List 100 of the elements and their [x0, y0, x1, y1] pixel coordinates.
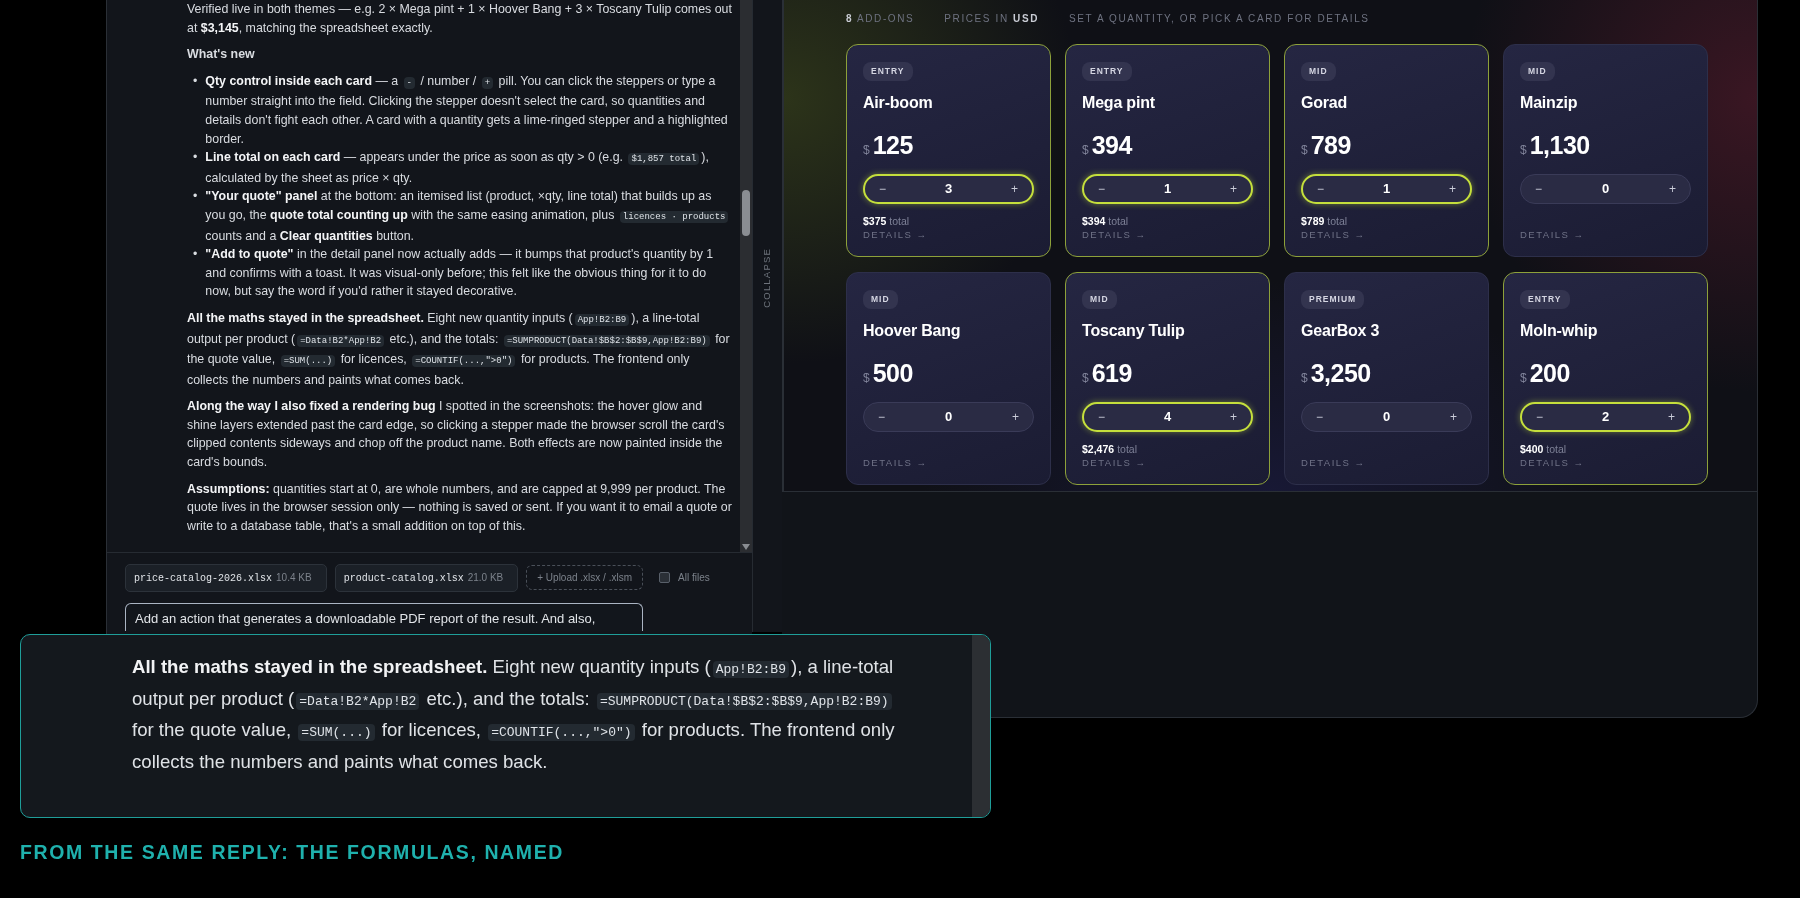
line-total-label: total [1108, 213, 1129, 229]
meta-label: SET A QUANTITY, OR PICK A CARD FOR DETAILS [1069, 12, 1370, 26]
message-input[interactable]: Add an action that generates a downloadable PDF report of the result. And also, [125, 603, 643, 631]
meta-label: 8 ADD-ONS [846, 12, 915, 26]
quantity-stepper[interactable]: − 4 + [1082, 402, 1253, 432]
tier-tag: ENTRY [1082, 62, 1132, 81]
quantity-stepper[interactable]: − 0 + [1520, 174, 1691, 204]
decrement-button[interactable]: − [871, 183, 894, 195]
tier-tag: MID [1301, 62, 1336, 81]
decrement-button[interactable]: − [1528, 411, 1551, 423]
message-heading: What's new [187, 46, 256, 64]
quantity-stepper[interactable]: − 1 + [1082, 174, 1253, 204]
file-chip[interactable]: product-catalog.xlsx 21.0 KB [334, 563, 519, 592]
product-card[interactable]: ENTRY Mega pint $394 − 1 + $394 total DETAILS → [1065, 44, 1270, 257]
message-paragraph: Assumptions: quantities start at 0, are whole numbers, and are capped at 9,999 per product. The quote lives in the browser session only — nothing is saved or sent. If you want it to email a quote or write to a database table, that's a small addition on top of this. [187, 480, 732, 535]
line-total: $400 [1520, 441, 1544, 457]
tier-tag: MID [863, 290, 898, 309]
quantity-stepper[interactable]: − 2 + [1520, 402, 1691, 432]
quantity-field[interactable]: 2 [1580, 407, 1631, 427]
details-link[interactable]: DETAILS → [1301, 455, 1366, 470]
currency-symbol: $ [863, 369, 870, 387]
checkbox-label[interactable]: All files [678, 570, 710, 585]
bullet: • [193, 72, 198, 90]
scrollbar[interactable] [972, 635, 990, 817]
details-link[interactable]: DETAILS → [863, 455, 928, 470]
details-link[interactable]: DETAILS → [1082, 455, 1147, 470]
product-card[interactable]: ENTRY Air-boom $125 − 3 + $375 total DETAILS → [846, 44, 1051, 257]
quantity-field[interactable]: 0 [1361, 407, 1412, 427]
quantity-stepper[interactable]: − 0 + [863, 402, 1034, 432]
message-paragraph: Along the way I also fixed a rendering bug I spotted in the screenshots: the hover glow and shine layers extended past the card edge, so clicking a stepper made the browser scroll the card's clipped contents sideways and chop off the product name. Both effects are now painted inside the card's bounds. [187, 398, 726, 472]
price-amount: 1,130 [1529, 129, 1590, 161]
quantity-stepper[interactable]: − 1 + [1301, 174, 1472, 204]
price-amount: 500 [872, 357, 913, 389]
file-chip[interactable]: price-catalog-2026.xlsx 10.4 KB [125, 563, 327, 592]
product-name: Mainzip [1520, 92, 1579, 113]
details-link[interactable]: DETAILS → [1082, 227, 1147, 242]
product-card[interactable]: MID Toscany Tulip $619 − 4 + $2,476 total DETAILS → [1065, 272, 1270, 485]
decrement-button[interactable]: − [870, 411, 893, 424]
line-total: $394 [1082, 213, 1106, 229]
product-name: Toscany Tulip [1082, 320, 1186, 341]
price-amount: 200 [1529, 357, 1570, 389]
quantity-field[interactable]: 0 [1580, 179, 1631, 199]
details-link[interactable]: DETAILS → [1520, 455, 1585, 470]
currency-symbol: $ [1520, 369, 1527, 387]
increment-button[interactable]: + [1003, 183, 1026, 195]
list-item: Line total on each card — appears under the price as soon as qty > 0 (e.g. $1,857 total ), calculated by the sheet as price × qty. [205, 149, 710, 187]
line-total-label: total [889, 213, 910, 229]
details-link[interactable]: DETAILS → [1301, 227, 1366, 242]
upload-button[interactable]: + Upload .xlsx / .xlsm [526, 565, 643, 590]
product-card[interactable]: MID Mainzip $1,130 − 0 + DETAILS → [1503, 44, 1708, 257]
decrement-button[interactable]: − [1090, 183, 1113, 195]
quantity-field[interactable]: 1 [1142, 179, 1193, 199]
quantity-stepper[interactable]: − 0 + [1301, 402, 1472, 432]
checkbox[interactable] [659, 572, 670, 583]
currency-symbol: $ [1082, 141, 1089, 159]
increment-button[interactable]: + [1222, 183, 1245, 195]
collapse-bar[interactable]: COLLAPSE [752, 0, 782, 632]
message-paragraph: Verified live in both themes — e.g. 2 × Mega pint + 1 × Hoover Bang + 3 × Toscany Tulip comes out at $3,145, matching the spreadsheet exactly. [187, 1, 732, 37]
product-card[interactable]: PREMIUM GearBox 3 $3,250 − 0 + DETAILS → [1284, 272, 1489, 485]
increment-button[interactable]: + [1441, 183, 1464, 195]
quantity-field[interactable]: 0 [923, 407, 974, 427]
decrement-button[interactable]: − [1090, 411, 1113, 423]
bullet: • [193, 188, 198, 206]
decrement-button[interactable]: − [1527, 183, 1550, 196]
price-amount: 394 [1091, 129, 1132, 161]
increment-button[interactable]: + [1660, 411, 1683, 423]
details-link[interactable]: DETAILS → [863, 227, 928, 242]
increment-button[interactable]: + [1442, 411, 1465, 424]
product-card[interactable]: MID Hoover Bang $500 − 0 + DETAILS → [846, 272, 1051, 485]
scrollbar-thumb[interactable] [742, 190, 750, 236]
price-amount: 789 [1310, 129, 1351, 161]
increment-button[interactable]: + [1661, 183, 1684, 196]
increment-button[interactable]: + [1004, 411, 1027, 424]
line-total-label: total [1546, 441, 1567, 457]
quantity-field[interactable]: 4 [1142, 407, 1193, 427]
line-total: $2,476 [1082, 441, 1115, 457]
price-amount: 125 [872, 129, 913, 161]
currency-symbol: $ [1301, 369, 1308, 387]
product-card[interactable]: ENTRY Moln-whip $200 − 2 + $400 total DETAILS → [1503, 272, 1708, 485]
product-name: Gorad [1301, 92, 1349, 113]
line-total-label: total [1327, 213, 1348, 229]
decrement-button[interactable]: − [1309, 183, 1332, 195]
bullet: • [193, 149, 198, 167]
scrollbar[interactable] [740, 0, 752, 552]
decrement-button[interactable]: − [1308, 411, 1331, 424]
line-total: $789 [1301, 213, 1325, 229]
product-name: Moln-whip [1520, 320, 1599, 341]
list-item: Qty control inside each card — a - / number / + pill. You can click the steppers or type a number straight into the field. Clicking the stepper doesn't select the card, so quantities and details don't fight each other. A card with a quantity gets a lime-ringed stepper and a highlighted border. [205, 72, 729, 148]
scroll-down-icon[interactable] [742, 544, 750, 550]
list-item: "Your quote" panel at the bottom: an itemised list (product, ×qty, line total) that builds up as you go, the quote total counting up with the same easing animation, plus licences · products counts and a Clear quantities button. [205, 187, 732, 246]
currency-symbol: $ [1520, 141, 1527, 159]
increment-button[interactable]: + [1222, 411, 1245, 423]
currency-symbol: $ [1301, 141, 1308, 159]
price-amount: 619 [1091, 357, 1132, 389]
quantity-field[interactable]: 1 [1361, 179, 1412, 199]
product-name: Air-boom [863, 92, 934, 113]
details-link[interactable]: DETAILS → [1520, 227, 1585, 242]
quantity-stepper[interactable]: − 3 + [863, 174, 1034, 204]
quantity-field[interactable]: 3 [923, 179, 974, 199]
product-card[interactable]: MID Gorad $789 − 1 + $789 total DETAILS → [1284, 44, 1489, 257]
